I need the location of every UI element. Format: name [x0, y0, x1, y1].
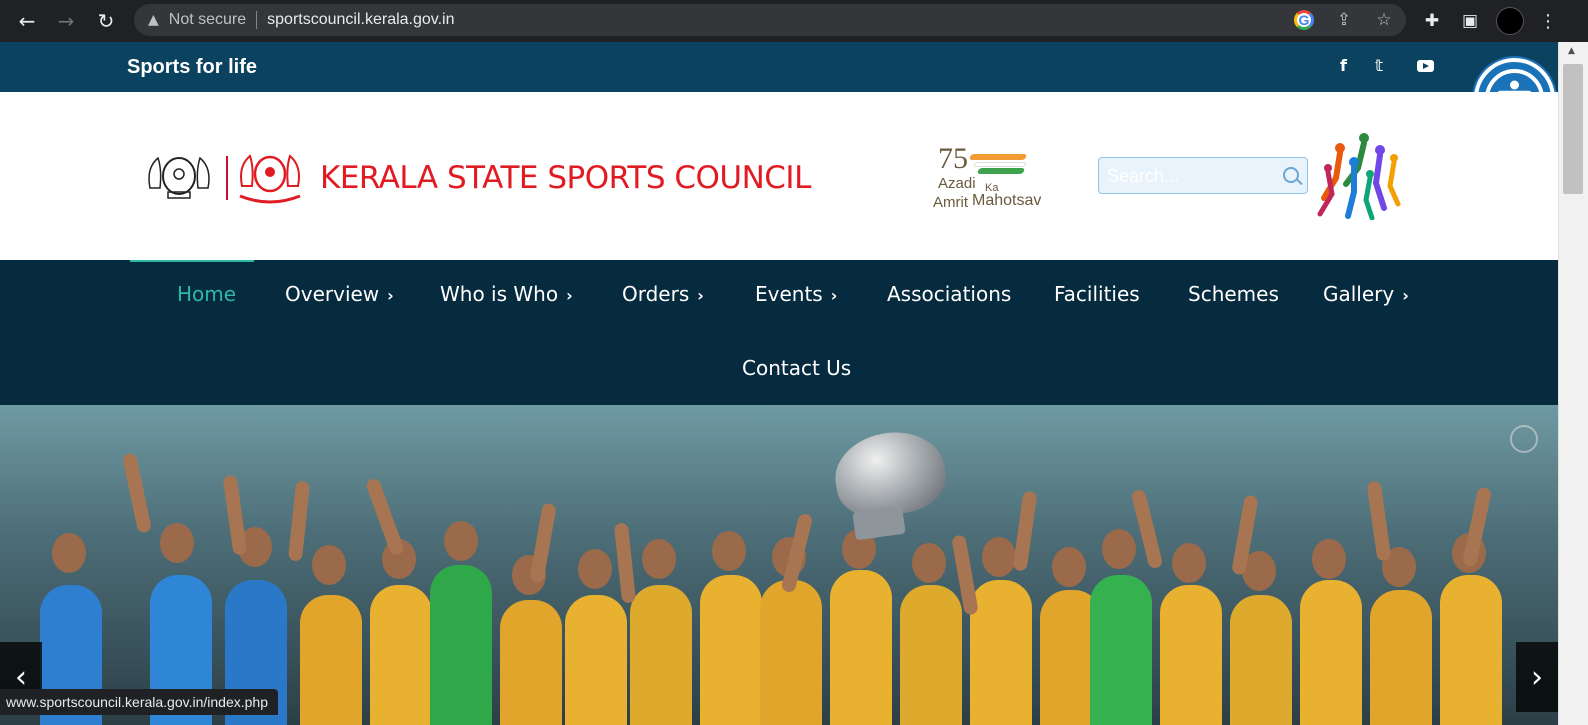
sidepanel-icon[interactable]: ▣ [1458, 9, 1482, 33]
azadi-number: 75 [938, 142, 968, 175]
nav-label: Events [755, 282, 823, 306]
warning-icon[interactable]: ▲ [148, 12, 159, 28]
nav-item-events[interactable]: Events › [755, 282, 837, 306]
sports-figures-graphic [1317, 133, 1401, 220]
nav-label: Home [177, 282, 237, 306]
kerala-emblem-logo[interactable] [140, 148, 218, 206]
menu-kebab-icon[interactable]: ⋮ [1538, 11, 1558, 32]
nav-item-contact-us[interactable]: Contact Us [742, 356, 851, 380]
security-label[interactable]: Not secure [169, 11, 246, 29]
nav-label: Contact Us [742, 356, 852, 380]
scroll-up-icon[interactable]: ▲ [1568, 46, 1575, 56]
address-bar[interactable]: ▲ Not secure sportscouncil.kerala.gov.in… [134, 4, 1406, 36]
azadi-mahotsav-text: Mahotsav [972, 192, 1042, 209]
profile-avatar[interactable] [1496, 7, 1524, 35]
sports-council-logo[interactable] [234, 148, 306, 206]
nav-label: Facilities [1054, 282, 1140, 306]
twitter-icon[interactable]: 𝕥 [1375, 56, 1383, 75]
nav-label: Gallery [1323, 282, 1395, 306]
logo-divider [226, 156, 228, 200]
site-header: KERALA STATE SPORTS COUNCIL 75 Azadi Ka … [0, 92, 1558, 260]
chevron-right-icon: › [697, 286, 704, 305]
browser-toolbar: ← → ↻ ▲ Not secure sportscouncil.kerala.… [0, 0, 1588, 42]
nav-item-who-is-who[interactable]: Who is Who › [440, 282, 573, 306]
slider-loader-icon [1510, 425, 1538, 453]
flag-green-stripe [976, 168, 1026, 174]
flag-white-stripe [973, 162, 1027, 167]
star-icon[interactable]: ☆ [1372, 8, 1396, 32]
nav-item-facilities[interactable]: Facilities [1054, 282, 1140, 306]
youtube-icon[interactable] [1417, 56, 1434, 72]
site-title[interactable]: KERALA STATE SPORTS COUNCIL [320, 160, 811, 196]
omnibox-actions: G ⇪ ☆ [1292, 8, 1396, 32]
google-icon[interactable]: G [1292, 8, 1316, 32]
nav-item-overview[interactable]: Overview › [285, 282, 394, 306]
chevron-right-icon: › [1531, 659, 1543, 695]
flag-saffron-stripe [968, 154, 1028, 160]
extensions-icon[interactable]: ✚ [1420, 9, 1444, 33]
nav-label: Who is Who [440, 282, 559, 306]
nav-item-home[interactable]: Home [177, 282, 236, 306]
nav-item-schemes[interactable]: Schemes [1188, 282, 1279, 306]
scrollbar-thumb[interactable] [1563, 64, 1583, 194]
chevron-right-icon: › [830, 286, 838, 305]
hero-slider[interactable]: ‹ › [0, 405, 1558, 725]
forward-icon[interactable]: → [52, 7, 80, 35]
search-box [1098, 157, 1308, 194]
top-strip: Sports for life f 𝕥 [0, 42, 1558, 92]
link-status-bar: www.sportscouncil.kerala.gov.in/index.ph… [0, 689, 278, 715]
page-scrollbar[interactable]: ▲ [1558, 42, 1588, 725]
reload-icon[interactable]: ↻ [92, 7, 120, 35]
facebook-icon[interactable]: f [1340, 56, 1347, 75]
slider-next-button[interactable]: › [1516, 642, 1558, 712]
tagline: Sports for life [127, 56, 258, 78]
nav-item-orders[interactable]: Orders › [622, 282, 704, 306]
browser-actions: ✚ ▣ ⋮ [1420, 7, 1558, 35]
chevron-right-icon: › [1402, 286, 1409, 305]
share-icon[interactable]: ⇪ [1332, 8, 1356, 32]
omnibox-divider [256, 11, 258, 29]
azadi-text: Azadi [938, 175, 976, 192]
nav-label: Orders [622, 282, 690, 306]
azadi-amrit-text: Amrit [933, 194, 968, 211]
search-icon[interactable] [1283, 167, 1299, 183]
url-text[interactable]: sportscouncil.kerala.gov.in [267, 11, 454, 29]
nav-label: Associations [887, 282, 1012, 306]
nav-item-associations[interactable]: Associations [887, 282, 1011, 306]
nav-label: Schemes [1188, 282, 1279, 306]
search-input[interactable] [1107, 164, 1277, 188]
back-icon[interactable]: ← [13, 7, 41, 35]
chevron-right-icon: › [387, 286, 394, 305]
chevron-right-icon: › [566, 286, 573, 305]
nav-label: Overview [285, 282, 380, 306]
main-navigation: Home Overview › Who is Who › Orders › Event… [0, 260, 1558, 405]
azadi-ka-amrit-mahotsav-logo[interactable]: 75 Azadi Ka Amrit Mahotsav [930, 142, 1054, 214]
nav-item-gallery[interactable]: Gallery › [1323, 282, 1409, 306]
active-indicator [130, 260, 254, 262]
